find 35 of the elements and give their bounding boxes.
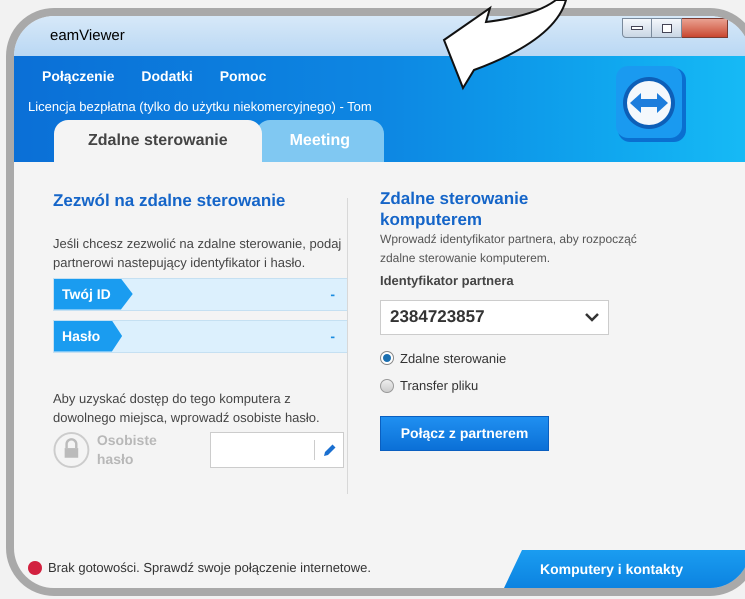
allow-description: Jeśli chcesz zezwolić na zdalne sterowanie, podaj partnerowi nastepujący identyfikator i hasło. [53,234,342,272]
close-button[interactable] [682,18,728,38]
radio-button[interactable] [380,351,394,366]
partner-id-label: Identyfikator partnera [380,272,515,290]
personal-password-label: Osobiste hasło [96,430,158,468]
tab[interactable]: Zdalne sterowanie [54,120,262,162]
maximize-button[interactable] [652,18,682,38]
menu-item[interactable]: Połączenie [42,66,114,87]
maximize-icon [662,24,672,32]
contacts-tab[interactable]: Komputery i kontakty [504,550,745,588]
control-description: Wprowadź identyfikator partnera, aby rozpocząć zdalne sterowanie komputerem. [380,231,638,267]
personal-password-note: Aby uzyskać dostęp do tego komputera z dowolnego miejsca, wprowadź osobiste hasło. [53,390,321,426]
lock-icon [53,430,90,468]
field-value: - [330,284,336,304]
field-value: - [330,326,336,346]
minimize-icon [631,26,643,30]
dropdown-caret-icon [585,312,599,322]
section-heading: Zezwól na zdalne sterowanie [53,190,286,212]
pencil-icon [323,442,337,456]
connect-button[interactable]: Połącz z partnerem [380,416,549,450]
radio-option[interactable]: Transfer pliku [380,376,478,396]
radio-button[interactable] [380,378,394,393]
section-heading: Zdalne sterowanie komputerem [380,188,530,230]
menu-item[interactable]: Pomoc [220,66,266,87]
error-status-icon [28,561,42,575]
window-title: eamViewer [50,26,125,46]
password-field[interactable] [210,432,344,468]
status-text: Brak gotowości. Sprawdź swoje połączenie internetowe. [48,559,372,578]
partner-id-field[interactable]: 2384723857 [380,300,609,334]
minimize-button[interactable] [622,18,652,38]
menu-item[interactable]: Dodatki [141,66,193,87]
license-text: Licencja bezpłatna (tylko do użytku niekomercyjnego) - Tom [27,98,373,116]
radio-option[interactable]: Zdalne sterowanie [380,348,506,368]
field-label: Twój ID [54,278,133,310]
field-label: Hasło [54,320,122,352]
